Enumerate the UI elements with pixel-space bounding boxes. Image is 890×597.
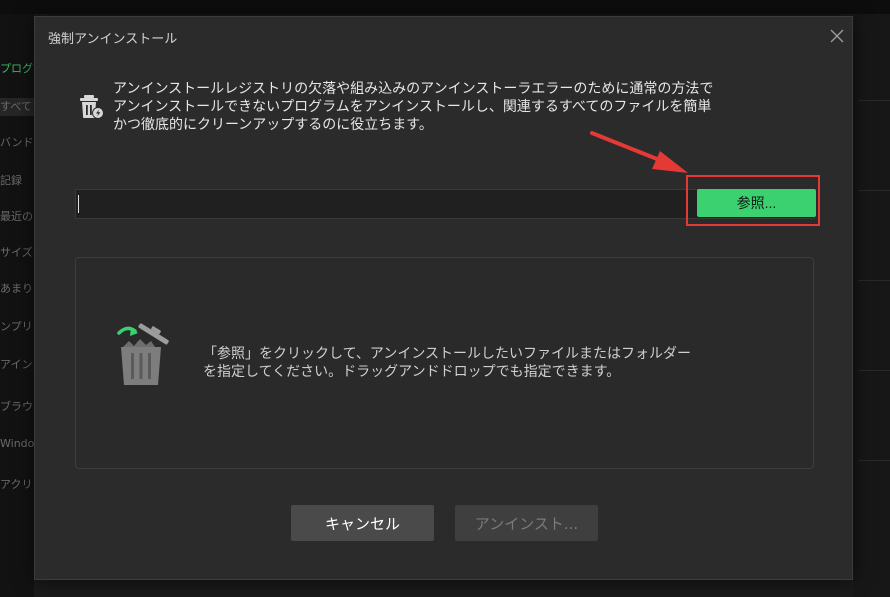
background-sidebar-item: サイズ bbox=[0, 246, 33, 259]
background-sidebar-item: プログ bbox=[0, 62, 33, 75]
background-sidebar-item: Windo bbox=[0, 437, 34, 450]
background-sidebar-item: 最近の bbox=[0, 210, 33, 223]
background-divider bbox=[858, 460, 890, 461]
background-sidebar-item: すべて bbox=[0, 98, 34, 116]
background-sidebar-item: 記録 bbox=[0, 174, 22, 187]
drop-zone-hint: 「参照」をクリックして、アンインストールしたいファイルまたはフォルダー を指定し… bbox=[203, 345, 803, 381]
background-sidebar-item: ブラウ bbox=[0, 400, 33, 413]
trash-can-icon bbox=[109, 319, 179, 389]
dialog-title: 強制アンインストール bbox=[48, 32, 178, 47]
background-topbar bbox=[0, 0, 890, 14]
hint-line: 「参照」をクリックして、アンインストールしたいファイルまたはフォルダー bbox=[203, 346, 692, 362]
close-button[interactable] bbox=[826, 25, 848, 47]
uninstall-button[interactable]: アンインスト... bbox=[455, 505, 598, 541]
description-line: かつ徹底的にクリーンアップするのに役立ちます。 bbox=[113, 117, 433, 133]
background-sidebar-item: アインス bbox=[0, 358, 34, 371]
cancel-button[interactable]: キャンセル bbox=[291, 505, 434, 541]
background-divider bbox=[858, 370, 890, 371]
browse-button[interactable]: 参照... bbox=[697, 189, 816, 217]
background-sidebar-item: ンプリ bbox=[0, 320, 33, 333]
close-icon bbox=[830, 29, 844, 43]
description-line: アンインストールレジストリの欠落や組み込みのアンインストーラエラーのために通常の… bbox=[113, 81, 714, 97]
background-sidebar-item: バンド bbox=[0, 136, 34, 149]
description-line: アンインストールできないプログラムをアンインストールし、関連するすべてのファイル… bbox=[113, 99, 712, 115]
background-divider bbox=[858, 190, 890, 191]
red-arrow-icon bbox=[590, 131, 688, 173]
dialog-description: アンインストールレジストリの欠落や組み込みのアンインストーラエラーのために通常の… bbox=[113, 80, 833, 134]
background-sidebar-item: アクリ bbox=[0, 478, 33, 491]
background-divider bbox=[858, 100, 890, 101]
text-caret bbox=[78, 195, 79, 213]
background-sidebar-item: あまり bbox=[0, 282, 33, 295]
force-uninstall-dialog: 強制アンインストール アンインストールレジストリの欠落や組み込みのアンインストー… bbox=[34, 16, 853, 580]
background-right-panel bbox=[854, 14, 890, 597]
trash-bolt-icon bbox=[78, 93, 106, 121]
background-divider bbox=[858, 280, 890, 281]
hint-line: を指定してください。ドラッグアンドドロップでも指定できます。 bbox=[203, 364, 621, 380]
